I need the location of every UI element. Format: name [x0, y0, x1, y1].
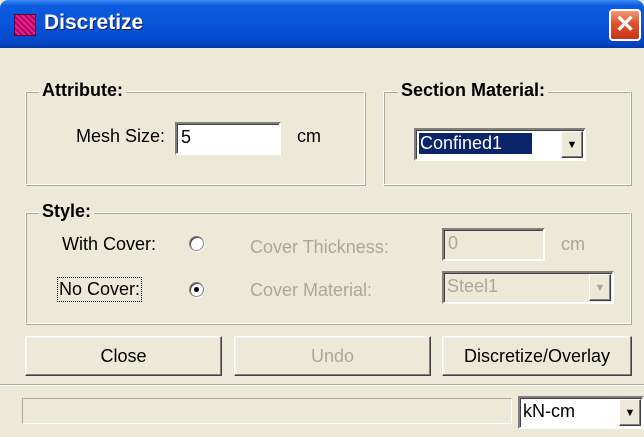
- cover-material-value: Steel1: [447, 276, 499, 296]
- close-icon: ✕: [614, 11, 636, 38]
- section-material-legend: Section Material:: [398, 80, 549, 101]
- discretize-overlay-button[interactable]: Discretize/Overlay: [442, 336, 632, 376]
- title-bar[interactable]: Discretize ✕: [0, 0, 644, 48]
- cover-thickness-unit: cm: [561, 234, 585, 254]
- cover-material-label: Cover Material:: [250, 280, 373, 300]
- style-legend: Style:: [39, 201, 95, 222]
- cover-thickness-input[interactable]: 0: [442, 228, 545, 261]
- undo-button[interactable]: Undo: [234, 336, 431, 376]
- with-cover-radio[interactable]: [189, 236, 204, 251]
- close-button[interactable]: Close: [25, 336, 222, 376]
- cover-material-select[interactable]: Steel1 ▼: [442, 271, 614, 304]
- section-material-select[interactable]: Confined1 ▼: [414, 128, 586, 161]
- cover-thickness-label: Cover Thickness:: [250, 237, 389, 257]
- no-cover-label: No Cover:: [56, 277, 143, 302]
- mesh-size-unit: cm: [297, 126, 321, 146]
- attribute-legend: Attribute:: [39, 80, 126, 101]
- window-title: Discretize: [44, 11, 144, 34]
- app-icon: [14, 14, 36, 36]
- chevron-down-icon[interactable]: ▼: [561, 131, 583, 158]
- units-select[interactable]: kN-cm ▼: [518, 396, 644, 429]
- mesh-size-label: Mesh Size:: [76, 126, 166, 146]
- with-cover-label: With Cover:: [62, 234, 157, 254]
- status-panel: [22, 398, 512, 424]
- chevron-down-icon[interactable]: ▼: [619, 399, 641, 426]
- no-cover-radio[interactable]: [189, 282, 204, 297]
- close-window-button[interactable]: ✕: [609, 9, 641, 41]
- statusbar-separator: [0, 384, 644, 386]
- section-material-value: Confined1: [417, 132, 534, 155]
- units-value: kN-cm: [523, 401, 575, 421]
- mesh-size-input[interactable]: 5: [175, 122, 281, 155]
- chevron-down-icon[interactable]: ▼: [589, 274, 611, 301]
